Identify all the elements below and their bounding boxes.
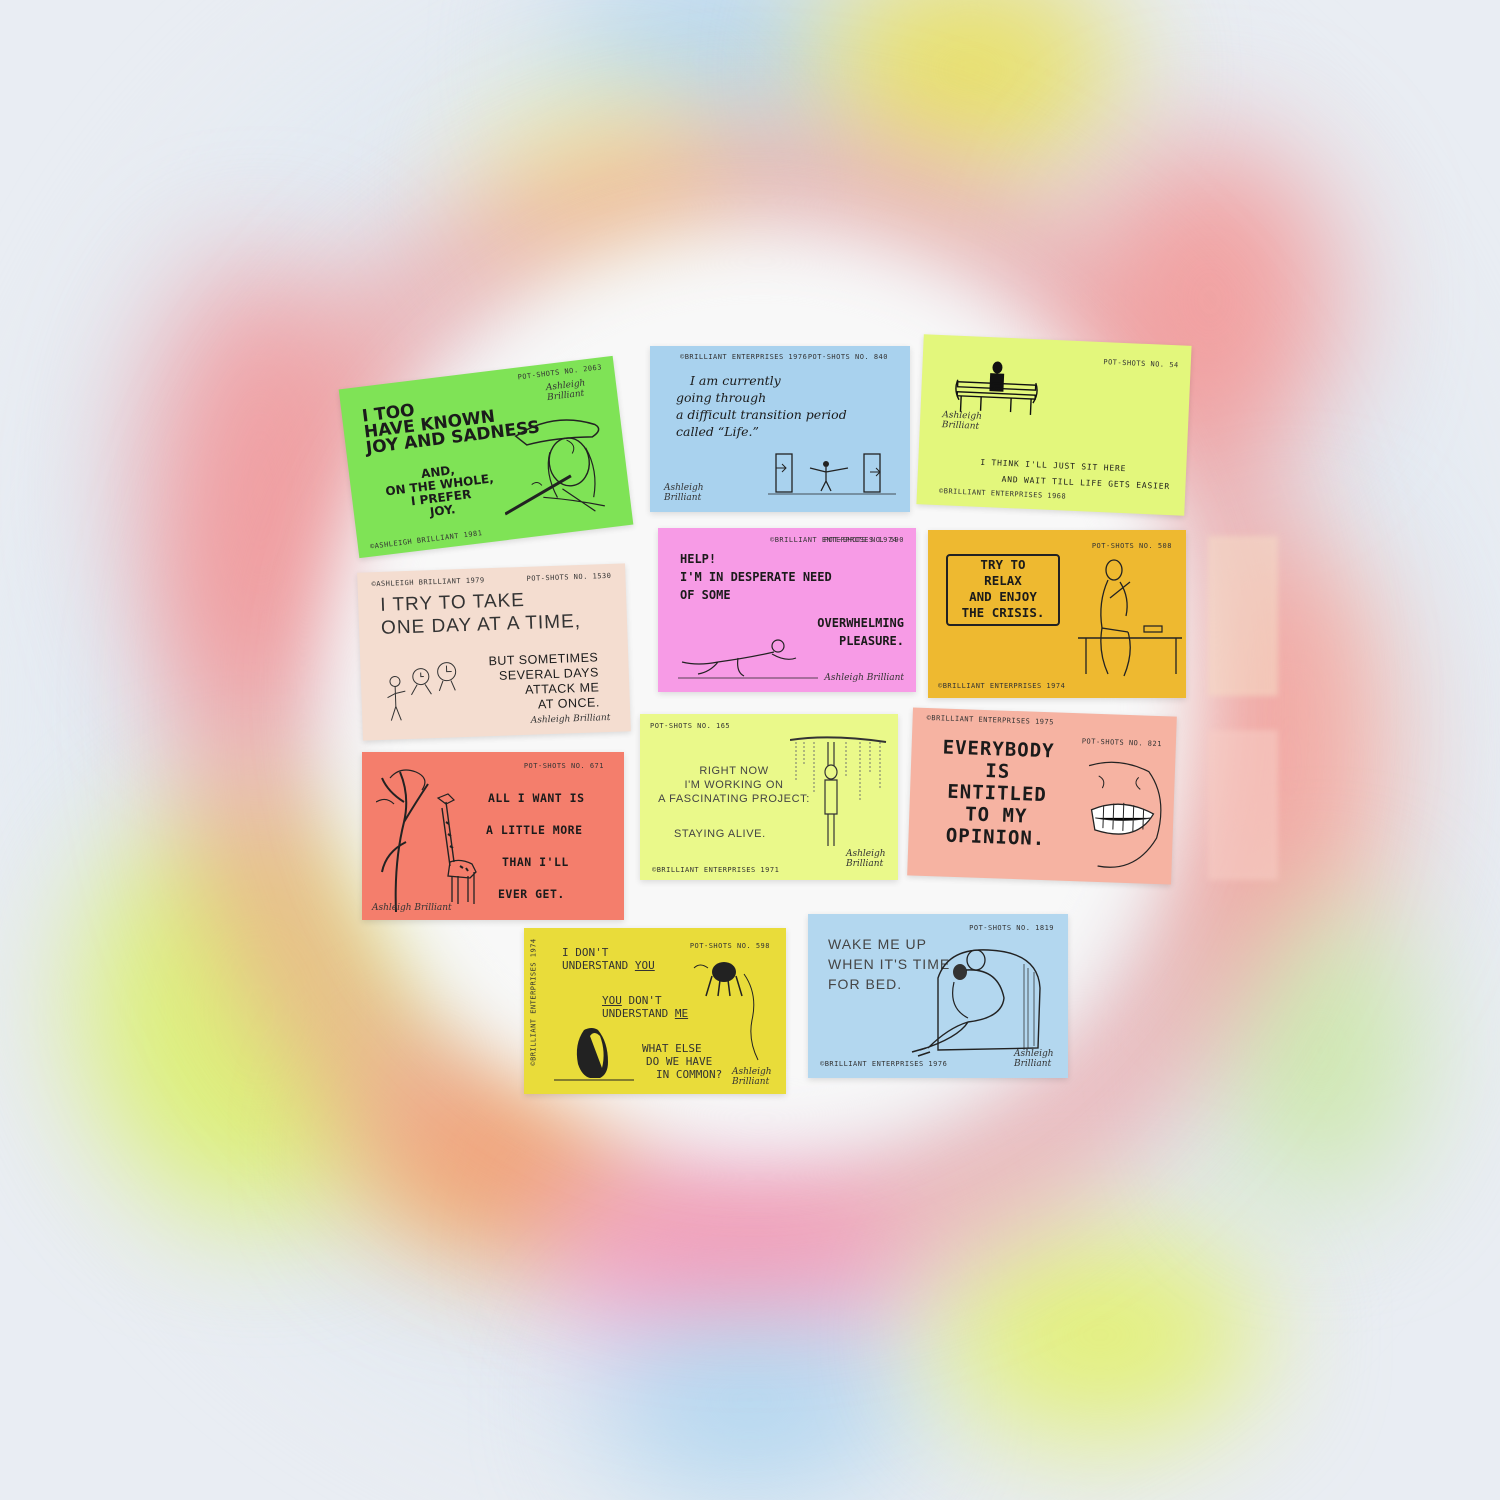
signature: Ashleigh Brilliant	[941, 410, 983, 432]
postcard-sit-here: POT-SHOTS NO. 54 Ashleigh Brilliant I TH…	[916, 334, 1192, 516]
postcard-entitled-to-my-opinion: ©BRILLIANT ENTERPRISES 1975 POT-SHOTS NO…	[907, 707, 1177, 885]
message-top: HELP! I'M IN DESPERATE NEED OF SOME	[680, 552, 832, 602]
signature: Ashleigh Brilliant	[824, 673, 904, 684]
card-number: POT-SHOTS NO. 671	[523, 762, 604, 770]
punchline: AND, ON THE WHOLE, I PREFER JOY.	[384, 462, 495, 520]
card-number: POT-SHOTS NO. 1530	[526, 571, 612, 583]
signature: Ashleigh Brilliant	[372, 903, 452, 914]
card-number: POT-SHOTS NO. 590	[823, 536, 904, 544]
postcard-enjoy-the-crisis: POT-SHOTS NO. 508 TRY TO RELAX AND ENJOY…	[928, 530, 1186, 698]
card-number: POT-SHOTS NO. 165	[650, 722, 731, 730]
signature: Ashleigh Brilliant	[732, 1067, 772, 1088]
message: EVERYBODY IS ENTITLED TO MY OPINION.	[942, 736, 1055, 851]
punchline: BUT SOMETIMES SEVERAL DAYS ATTACK ME AT …	[488, 650, 601, 712]
hanging-man-icon	[790, 736, 887, 846]
copyright: ©BRILLIANT ENTERPRISES 1974	[938, 682, 1066, 690]
headline: I TRY TO TAKE ONE DAY AT A TIME,	[379, 589, 582, 639]
partial-card-right-mid	[1208, 730, 1278, 880]
clock-creatures-icon	[387, 662, 457, 721]
copyright: ©BRILLIANT ENTERPRISES 1971	[652, 866, 780, 874]
doorways-icon	[768, 453, 896, 495]
postcard-what-else-in-common: POT-SHOTS NO. 598 ©BRILLIANT ENTERPRISES…	[524, 928, 786, 1094]
copyright: ©BRILLIANT ENTERPRISES 1975	[926, 713, 1055, 727]
grinning-mouth-icon	[1088, 761, 1162, 868]
flute-player-icon	[504, 419, 605, 516]
signature: Ashleigh Brilliant	[664, 483, 704, 504]
postcard-one-day-at-a-time: ©ASHLEIGH BRILLIANT 1979 POT-SHOTS NO. 1…	[357, 563, 631, 741]
bench-sitter-icon	[955, 361, 1038, 415]
postcard-a-little-more: POT-SHOTS NO. 671 ALL I WANT IS A LITTLE…	[362, 752, 624, 920]
crawling-man-icon	[678, 639, 818, 679]
sitting-man-icon	[1078, 559, 1182, 677]
postcard-joy-and-sadness: POT-SHOTS NO. 2063 Ashleigh Brilliant I …	[338, 355, 634, 559]
copyright: ©ASHLEIGH BRILLIANT 1979	[371, 576, 485, 589]
message: ALL I WANT IS A LITTLE MORE THAN I'LL EV…	[486, 791, 585, 901]
signature: Ashleigh Brilliant	[1014, 1049, 1054, 1070]
copyright: ©BRILLIANT ENTERPRISES 1976	[680, 353, 808, 361]
card-number: POT-SHOTS NO. 2063	[517, 363, 603, 382]
postcard-overwhelming-pleasure: ©BRILLIANT ENTERPRISES 1974 POT-SHOTS NO…	[658, 528, 916, 692]
signature: Ashleigh Brilliant	[530, 713, 611, 726]
signature: Ashleigh Brilliant	[545, 378, 586, 403]
postcard-staying-alive: POT-SHOTS NO. 165 RIGHT NOW I'M WORKING …	[640, 714, 898, 880]
copyright: ©BRILLIANT ENTERPRISES 1976	[820, 1060, 948, 1068]
partial-card-right-top	[1208, 536, 1278, 696]
card-number: POT-SHOTS NO. 821	[1081, 737, 1163, 749]
postcard-transition-period: ©BRILLIANT ENTERPRISES 1976 POT-SHOTS NO…	[650, 346, 910, 512]
signature: Ashleigh Brilliant	[846, 849, 886, 869]
message: I am currently going through a difficult…	[676, 373, 847, 439]
message-bottom: OVERWHELMING PLEASURE.	[817, 616, 904, 648]
card-number: POT-SHOTS NO. 840	[807, 353, 888, 361]
giraffe-icon	[376, 769, 477, 912]
punchline: STAYING ALIVE.	[674, 828, 766, 840]
sign-text: TRY TO RELAX AND ENJOY THE CRISIS.	[961, 557, 1045, 620]
postcard-wake-me-up: POT-SHOTS NO. 1819 WAKE ME UP WHEN IT'S …	[808, 914, 1068, 1078]
penguin-walrus-icon	[554, 962, 759, 1081]
card-number: POT-SHOTS NO. 54	[1103, 358, 1179, 370]
card-number: POT-SHOTS NO. 1819	[969, 924, 1054, 932]
card-number: POT-SHOTS NO. 508	[1091, 542, 1172, 550]
